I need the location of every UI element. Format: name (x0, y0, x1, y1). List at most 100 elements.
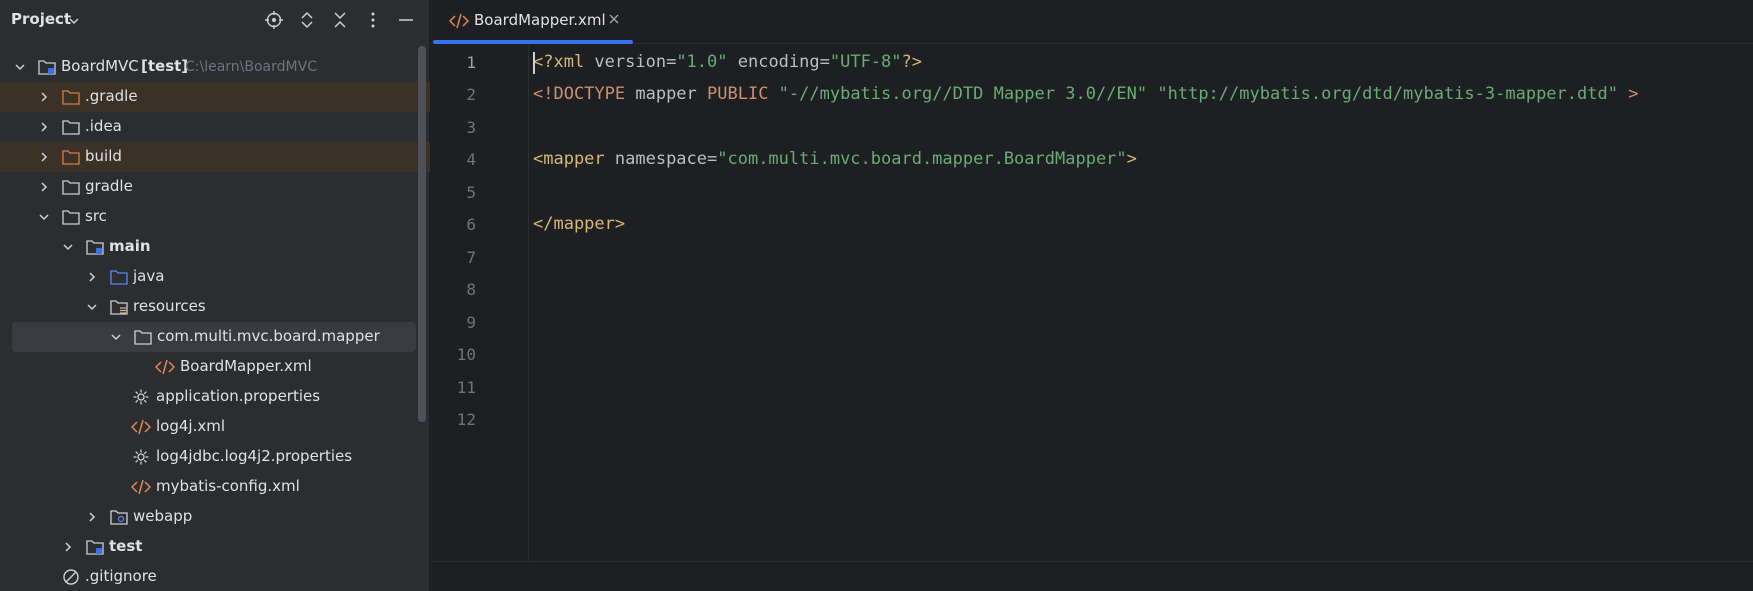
project-view-selector[interactable]: Project (11, 10, 71, 28)
line-number: 7 (466, 248, 476, 267)
tree-item-src[interactable]: src (0, 202, 430, 232)
tree-item-java[interactable]: java (0, 262, 430, 292)
tree-item-test[interactable]: test (0, 532, 430, 562)
doctype-root: mapper (625, 84, 697, 104)
source-root-folder-icon (86, 240, 104, 255)
chevron-down-icon[interactable] (109, 330, 123, 344)
locate-icon[interactable] (263, 9, 285, 31)
expand-all-icon[interactable] (296, 9, 318, 31)
tree-item-webapp[interactable]: webapp (0, 502, 430, 532)
tree-item-application-properties[interactable]: application.properties (0, 382, 430, 412)
chevron-right-icon[interactable] (37, 90, 51, 104)
xml-attr-name: namespace= (604, 149, 718, 169)
tree-item-main[interactable]: main (0, 232, 430, 262)
collapse-all-icon[interactable] (329, 9, 351, 31)
tree-item-boardmapper-xml[interactable]: BoardMapper.xml (0, 352, 430, 382)
tree-item-label: build (85, 147, 122, 165)
tree-item-gradle-dir[interactable]: .gradle (0, 82, 430, 112)
chevron-right-icon[interactable] (61, 540, 75, 554)
code-line-2[interactable]: <!DOCTYPE mapper PUBLIC "-//mybatis.org/… (533, 84, 1638, 104)
tree-item-log4jdbc-properties[interactable]: log4jdbc.log4j2.properties (0, 442, 430, 472)
java-source-folder-icon (110, 270, 128, 285)
tree-item-mybatis-config-xml[interactable]: mybatis-config.xml (0, 472, 430, 502)
doctype-keyword: <!DOCTYPE (533, 84, 626, 104)
xml-attr-value: "UTF-8" (829, 52, 902, 72)
tab-boardmapper-xml[interactable]: BoardMapper.xml (431, 0, 633, 44)
code-line-6[interactable]: </mapper> (533, 214, 625, 234)
code-line-1[interactable]: <?xml version="1.0" encoding="UTF-8"?> (533, 52, 922, 72)
xml-attr-value: "1.0" (676, 52, 728, 72)
tree-item-label: BoardMVC (61, 57, 139, 75)
xml-declaration-close: ?> (901, 52, 922, 72)
xml-closing-tag: </mapper> (533, 214, 626, 234)
chevron-down-icon[interactable] (67, 14, 81, 28)
project-tree: BoardMVC [test] C:\learn\BoardMVC .gradl… (0, 52, 430, 591)
properties-file-icon (133, 389, 149, 405)
tree-item-log4j-xml[interactable]: log4j.xml (0, 412, 430, 442)
editor-bottom-strip (431, 561, 1753, 591)
doctype-system-id: "http://mybatis.org/dtd/mybatis-3-mapper… (1147, 84, 1618, 104)
tree-item-label: mybatis-config.xml (156, 477, 300, 495)
doctype-close: > (1617, 84, 1639, 104)
folder-icon (62, 120, 80, 135)
tree-item-label: BoardMapper.xml (180, 357, 312, 375)
project-tree-scrollbar[interactable] (418, 46, 426, 422)
doctype-public-id: "-//mybatis.org//DTD Mapper 3.0//EN" (768, 84, 1148, 104)
chevron-down-icon[interactable] (13, 60, 27, 74)
line-number: 8 (466, 280, 476, 299)
folder-icon (62, 180, 80, 195)
xml-tag-open: <mapper (533, 149, 605, 169)
minimize-icon[interactable] (395, 9, 417, 31)
more-options-icon[interactable] (362, 9, 384, 31)
tree-item-label: .idea (85, 117, 122, 135)
chevron-right-icon[interactable] (37, 120, 51, 134)
tree-item-idea[interactable]: .idea (0, 112, 430, 142)
tree-item-gradle[interactable]: gradle (0, 172, 430, 202)
chevron-right-icon[interactable] (37, 150, 51, 164)
tree-item-label: com.multi.mvc.board.mapper (157, 327, 380, 345)
chevron-right-icon[interactable] (37, 180, 51, 194)
folder-excluded-icon (62, 90, 80, 105)
code-line-4[interactable]: <mapper namespace="com.multi.mvc.board.m… (533, 149, 1137, 169)
properties-file-icon (133, 449, 149, 465)
line-number: 12 (456, 410, 476, 429)
tree-item-resources[interactable]: resources (0, 292, 430, 322)
tab-label: BoardMapper.xml (474, 11, 606, 29)
tree-item-label: resources (133, 297, 206, 315)
resources-folder-icon (110, 300, 128, 315)
chevron-right-icon[interactable] (85, 510, 99, 524)
folder-excluded-icon (62, 150, 80, 165)
line-number-gutter[interactable]: 1 2 3 4 5 6 7 8 9 10 11 12 (431, 46, 528, 561)
tree-item-label: test (109, 537, 143, 555)
tree-item-boardmvc[interactable]: BoardMVC [test] C:\learn\BoardMVC (0, 52, 430, 82)
tree-item-build[interactable]: build (0, 142, 430, 172)
active-tab-indicator (433, 40, 633, 44)
doctype-public: PUBLIC (696, 84, 769, 104)
code-editor[interactable]: <?xml version="1.0" encoding="UTF-8"?> <… (533, 46, 1753, 561)
tree-item-package-mapper[interactable]: com.multi.mvc.board.mapper (12, 322, 416, 352)
tree-item-label: .gitignore (85, 567, 157, 585)
source-root-folder-icon (86, 540, 104, 555)
gutter-separator (528, 46, 529, 561)
line-number: 5 (466, 183, 476, 202)
xml-file-icon (131, 479, 151, 495)
line-number: 11 (456, 378, 476, 397)
chevron-down-icon[interactable] (61, 240, 75, 254)
chevron-down-icon[interactable] (85, 300, 99, 314)
line-number: 3 (466, 118, 476, 137)
tree-item-label: src (85, 207, 107, 225)
tree-item-label: gradle (85, 177, 133, 195)
xml-attr-name: version= (584, 52, 677, 72)
chevron-right-icon[interactable] (85, 270, 99, 284)
line-number: 1 (466, 53, 476, 72)
module-folder-icon (38, 60, 56, 75)
xml-file-icon (155, 359, 175, 375)
ignored-file-icon (63, 569, 79, 585)
line-number: 4 (466, 150, 476, 169)
tree-item-gitignore[interactable]: .gitignore (0, 562, 430, 591)
text-caret (533, 52, 535, 74)
tree-item-label: log4jdbc.log4j2.properties (156, 447, 353, 465)
close-icon[interactable] (607, 12, 621, 26)
chevron-down-icon[interactable] (37, 210, 51, 224)
folder-icon (62, 210, 80, 225)
